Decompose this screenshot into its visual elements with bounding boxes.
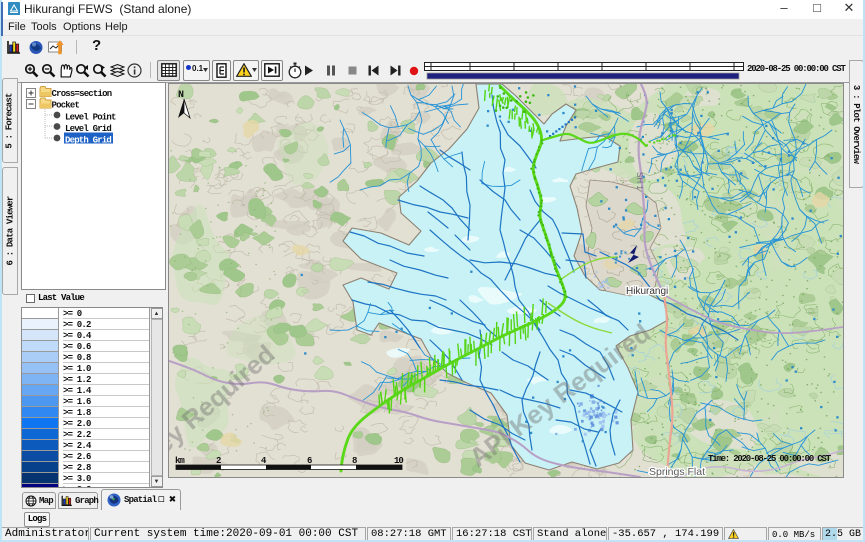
svg-text:Depth Grid: Depth Grid <box>65 136 111 146</box>
svg-text:8: 8 <box>352 456 357 466</box>
svg-text:Level Point: Level Point <box>65 113 116 123</box>
svg-text:6: 6 <box>307 456 312 466</box>
svg-text:Hikurangi: Hikurangi <box>626 286 668 297</box>
svg-text:2: 2 <box>216 456 221 466</box>
svg-text:Pocket: Pocket <box>52 101 80 111</box>
svg-text:Springs Flat: Springs Flat <box>649 466 705 477</box>
svg-text:Level Grid: Level Grid <box>65 124 111 134</box>
svg-text:10: 10 <box>394 456 403 466</box>
svg-text:Cross=section: Cross=section <box>52 89 112 99</box>
svg-text:Time: 2020-08-25 00:00:00 CST: Time: 2020-08-25 00:00:00 CST <box>708 454 832 464</box>
svg-text:SH 1: SH 1 <box>635 172 644 190</box>
svg-text:N: N <box>178 90 184 101</box>
